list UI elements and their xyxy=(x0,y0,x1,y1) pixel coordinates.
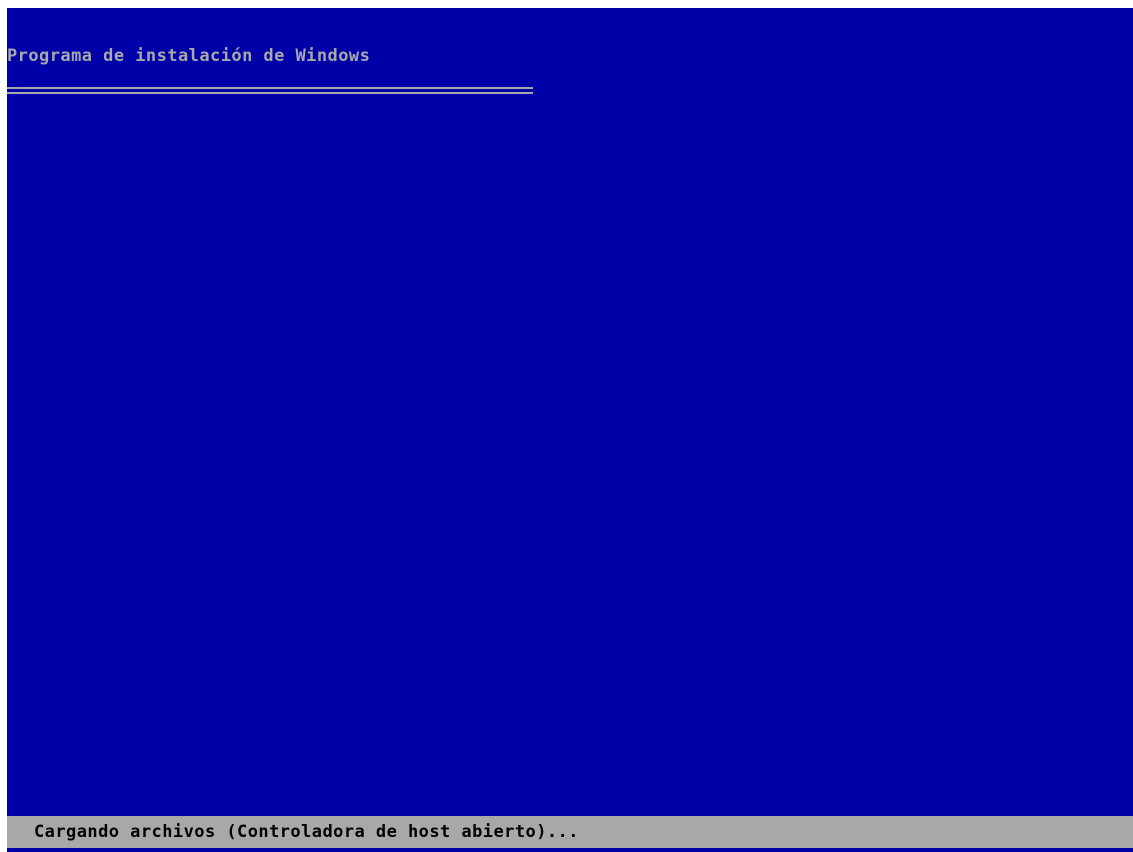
underline-top xyxy=(7,87,533,89)
status-bar: Cargando archivos (Controladora de host … xyxy=(7,816,1133,848)
setup-screen: Programa de instalación de Windows Carga… xyxy=(7,8,1133,852)
underline-bottom xyxy=(7,92,533,94)
status-text: Cargando archivos (Controladora de host … xyxy=(34,822,579,842)
setup-title: Programa de instalación de Windows xyxy=(7,46,371,66)
title-double-underline xyxy=(7,87,533,96)
